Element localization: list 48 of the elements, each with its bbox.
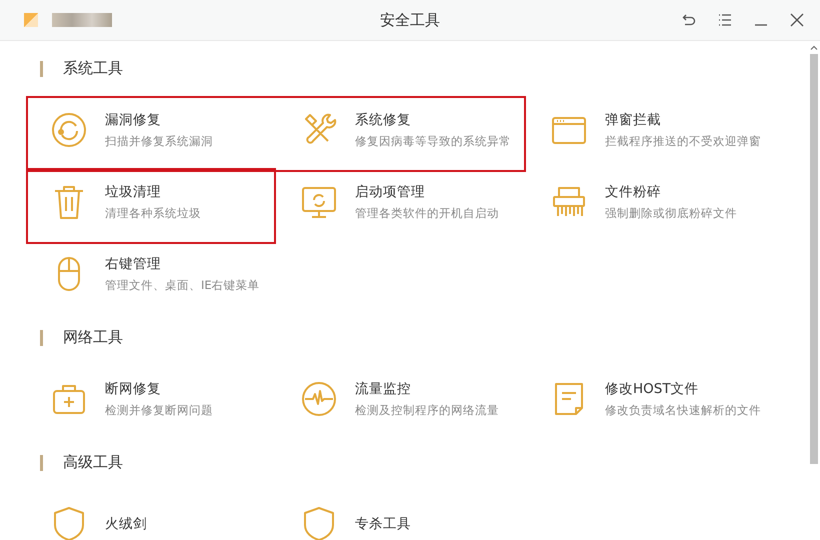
tool-item[interactable]: 火绒剑 (32, 488, 282, 540)
tool-title: 断网修复 (105, 380, 162, 398)
tool-description: 检测及控制程序的网络流量 (355, 403, 499, 418)
tool-description: 强制删除或彻底粉碎文件 (605, 206, 737, 221)
tool-description: 检测并修复断网问题 (105, 403, 213, 418)
repair-icon (50, 111, 88, 149)
window-title: 安全工具 (380, 10, 440, 30)
tool-title: 垃圾清理 (105, 183, 162, 201)
tool-item[interactable]: 断网修复 检测并修复断网问题 (32, 363, 282, 435)
tool-description: 管理各类软件的开机自启动 (355, 206, 499, 221)
app-logo (24, 13, 38, 27)
tool-description: 清理各种系统垃圾 (105, 206, 201, 221)
section-title: 系统工具 (63, 59, 123, 78)
section-title: 网络工具 (63, 328, 123, 347)
tool-title: 火绒剑 (105, 515, 147, 533)
tool-title: 右键管理 (105, 255, 162, 273)
back-arrow-icon (682, 13, 696, 27)
tool-description: 管理文件、桌面、IE右键菜单 (105, 278, 260, 293)
tool-title: 文件粉碎 (605, 183, 662, 201)
tool-title: 漏洞修复 (105, 111, 162, 129)
tool-item[interactable]: 专杀工具 (282, 488, 532, 540)
tool-title: 流量监控 (355, 380, 412, 398)
tool-title: 弹窗拦截 (605, 111, 662, 129)
tool-item[interactable]: 修改HOST文件 修改负责域名快速解析的文件 (532, 363, 782, 435)
tool-title: 启动项管理 (355, 183, 426, 201)
tool-item[interactable]: 文件粉碎 强制删除或彻底粉碎文件 (532, 166, 782, 238)
scroll-up-icon[interactable] (810, 45, 818, 50)
section-title: 高级工具 (63, 453, 123, 472)
menu-icon (718, 13, 732, 27)
tool-title: 专杀工具 (355, 515, 411, 533)
tool-item[interactable]: 流量监控 检测及控制程序的网络流量 (282, 363, 532, 435)
tool-description: 扫描并修复系统漏洞 (105, 134, 213, 149)
tool-item[interactable]: 系统修复 修复因病毒等导致的系统异常 (282, 94, 532, 166)
tool-title: 系统修复 (355, 111, 412, 129)
tool-item[interactable]: 右键管理 管理文件、桌面、IE右键菜单 (32, 238, 282, 310)
tool-item[interactable]: 垃圾清理 清理各种系统垃圾 (32, 166, 282, 238)
blurred-app-name (52, 13, 112, 27)
tool-item[interactable]: 漏洞修复 扫描并修复系统漏洞 (32, 94, 282, 166)
pulse-icon (300, 380, 338, 418)
close-icon (790, 13, 804, 27)
minimize-icon (754, 24, 768, 26)
tool-description: 修复因病毒等导致的系统异常 (355, 134, 511, 149)
tool-title: 修改HOST文件 (605, 380, 700, 398)
tool-description: 修改负责域名快速解析的文件 (605, 403, 761, 418)
scrollbar-thumb[interactable] (810, 54, 818, 464)
tool-description: 拦截程序推送的不受欢迎弹窗 (605, 134, 761, 149)
tool-item[interactable]: 弹窗拦截 拦截程序推送的不受欢迎弹窗 (532, 94, 782, 166)
tool-item[interactable]: 启动项管理 管理各类软件的开机自启动 (282, 166, 532, 238)
